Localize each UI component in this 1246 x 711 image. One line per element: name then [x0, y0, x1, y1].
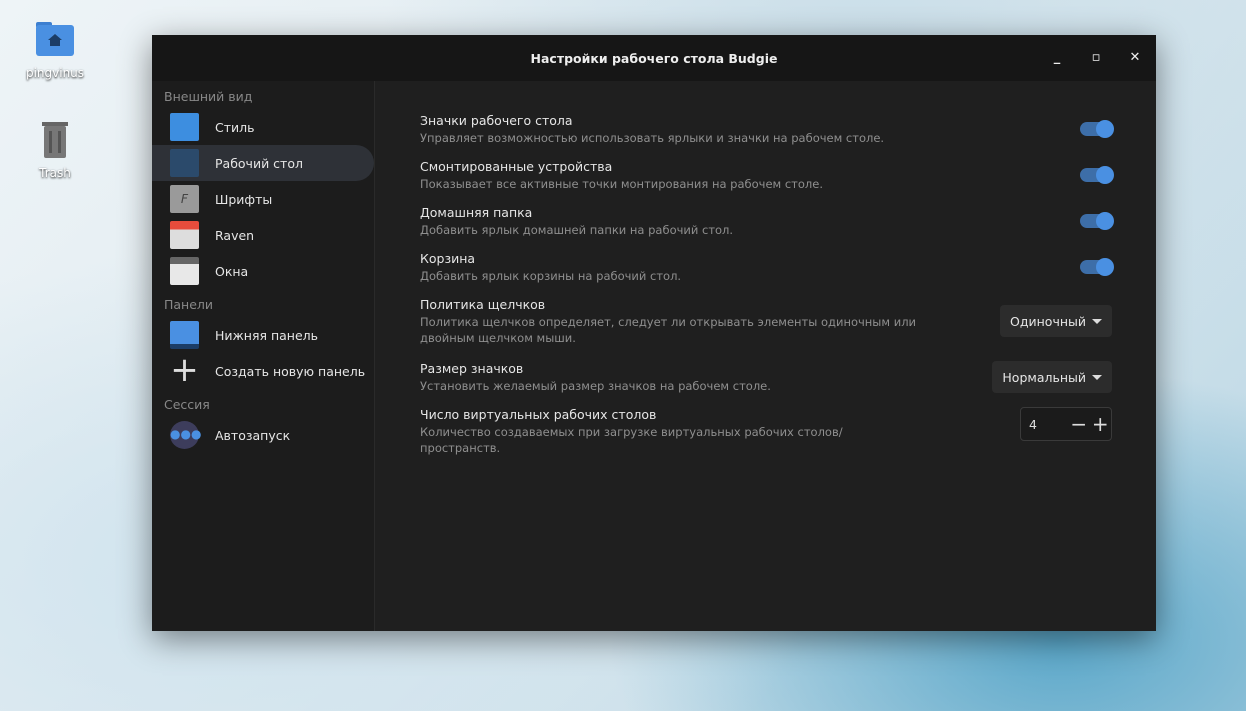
setting-desc: Установить желаемый размер значков на ра…	[420, 379, 771, 393]
desktop-icon-label: Trash	[39, 166, 71, 180]
setting-workspaces: Число виртуальных рабочих столов Количест…	[420, 407, 1112, 455]
autostart-icon: ●●●	[170, 421, 201, 449]
desktop-icon-trash[interactable]: Trash	[15, 118, 95, 180]
desktop-icon-label: pingvinus	[25, 66, 85, 80]
sidebar-item-style[interactable]: Стиль	[152, 109, 374, 145]
setting-icon-size: Размер значков Установить желаемый размер…	[420, 361, 1112, 407]
chevron-down-icon	[1092, 318, 1102, 324]
setting-title: Домашняя папка	[420, 205, 533, 220]
home-folder-toggle[interactable]	[1080, 212, 1114, 230]
section-panels: Панели	[164, 297, 214, 312]
section-session: Сессия	[164, 397, 210, 412]
setting-desc: Количество создаваемых при загрузке вирт…	[420, 425, 843, 455]
sidebar-item-bottom-panel[interactable]: Нижняя панель	[152, 317, 374, 353]
sidebar-item-label: Шрифты	[215, 191, 273, 207]
setting-title: Число виртуальных рабочих столов	[420, 407, 657, 422]
sidebar-item-autostart[interactable]: ●●● Автозапуск	[152, 417, 374, 453]
sidebar-item-label: Нижняя панель	[215, 327, 319, 343]
plus-icon: +	[170, 350, 199, 390]
workspaces-spinbutton[interactable]: 4− +	[1020, 407, 1112, 441]
setting-desc: Управляет возможностью использовать ярлы…	[420, 131, 885, 145]
sidebar: Внешний вид Стиль Рабочий стол F Шрифты R…	[152, 81, 375, 631]
desktop-icon-home[interactable]: pingvinus	[15, 18, 95, 80]
panel-icon	[170, 321, 199, 349]
setting-trash: Корзина Добавить ярлык корзины на рабочий…	[420, 251, 1114, 297]
maximize-button[interactable]: ▫	[1087, 49, 1105, 67]
sidebar-item-label: Автозапуск	[215, 427, 291, 443]
setting-click-policy: Политика щелчков Политика щелчков определ…	[420, 297, 1112, 361]
setting-title: Смонтированные устройства	[420, 159, 613, 174]
spin-value[interactable]: 4	[1029, 417, 1068, 432]
fonts-icon: F	[170, 185, 199, 213]
close-button[interactable]: ✕	[1126, 49, 1144, 67]
sidebar-item-label: Raven	[215, 227, 255, 243]
click-policy-dropdown[interactable]: Одиночный	[1000, 305, 1112, 337]
setting-desc: Политика щелчков определяет, следует ли …	[420, 315, 917, 345]
calendar-icon	[170, 221, 199, 249]
setting-mounted-devices: Смонтированные устройства Показывает все …	[420, 159, 1114, 205]
sidebar-item-label: Создать новую панель	[215, 363, 366, 379]
home-folder-icon	[34, 18, 76, 60]
trash-toggle[interactable]	[1080, 258, 1114, 276]
setting-title: Корзина	[420, 251, 476, 266]
icon-size-dropdown[interactable]: Нормальный	[992, 361, 1112, 393]
sidebar-item-raven[interactable]: Raven	[152, 217, 374, 253]
windows-icon	[170, 257, 199, 285]
sidebar-item-desktop[interactable]: Рабочий стол	[152, 145, 374, 181]
style-icon	[170, 113, 199, 141]
plus-icon[interactable]: +	[1090, 412, 1111, 436]
dropdown-value: Нормальный	[1002, 369, 1086, 385]
settings-window: Настройки рабочего стола Budgie _ ▫ ✕ Вн…	[152, 35, 1156, 631]
window-title: Настройки рабочего стола Budgie	[530, 50, 778, 66]
settings-list: Значки рабочего стола Управляет возможнос…	[420, 113, 1114, 455]
setting-desc: Добавить ярлык домашней папки на рабочий…	[420, 223, 734, 237]
chevron-down-icon	[1092, 374, 1102, 380]
mounted-devices-toggle[interactable]	[1080, 166, 1114, 184]
setting-desc: Показывает все активные точки монтирован…	[420, 177, 823, 191]
setting-home-folder: Домашняя папка Добавить ярлык домашней па…	[420, 205, 1114, 251]
setting-desc: Добавить ярлык корзины на рабочий стол.	[420, 269, 682, 283]
section-appearance: Внешний вид	[164, 89, 253, 104]
minus-icon[interactable]: −	[1068, 412, 1089, 436]
minimize-button[interactable]: _	[1048, 49, 1066, 67]
setting-desktop-icons: Значки рабочего стола Управляет возможнос…	[420, 113, 1114, 159]
sidebar-item-label: Окна	[215, 263, 249, 279]
dropdown-value: Одиночный	[1010, 313, 1086, 329]
desktop-icon	[170, 149, 199, 177]
sidebar-item-new-panel[interactable]: + Создать новую панель	[152, 353, 374, 389]
title-bar: Настройки рабочего стола Budgie _ ▫ ✕	[152, 35, 1156, 81]
sidebar-item-label: Стиль	[215, 119, 255, 135]
desktop-icons-toggle[interactable]	[1080, 120, 1114, 138]
sidebar-item-windows[interactable]: Окна	[152, 253, 374, 289]
trash-icon	[34, 118, 76, 160]
sidebar-item-label: Рабочий стол	[215, 155, 303, 171]
setting-title: Значки рабочего стола	[420, 113, 573, 128]
sidebar-item-fonts[interactable]: F Шрифты	[152, 181, 374, 217]
